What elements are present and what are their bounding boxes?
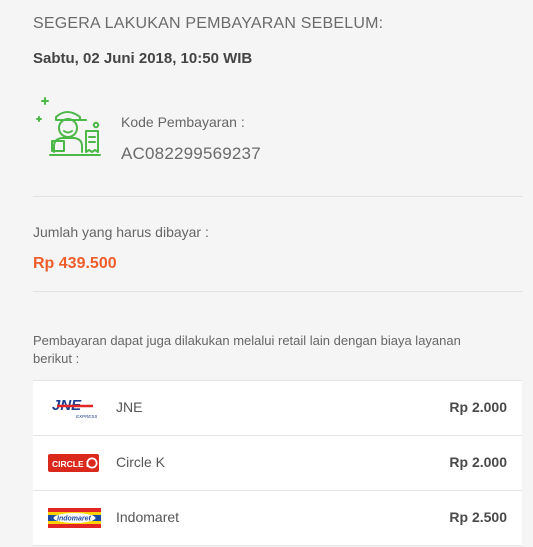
retail-item-jne[interactable]: JNE EXPRESS JNE Rp 2.000: [33, 381, 522, 436]
retail-note: Pembayaran dapat juga dilakukan melalui …: [33, 333, 461, 366]
retail-list: JNE EXPRESS JNE Rp 2.000 CIRCLE K Circle…: [33, 380, 522, 546]
deadline-value: Sabtu, 02 Juni 2018, 10:50 WIB: [33, 50, 253, 67]
svg-text:Indomaret: Indomaret: [57, 516, 92, 523]
svg-text:EXPRESS: EXPRESS: [76, 414, 97, 419]
amount-label: Jumlah yang harus dibayar :: [33, 224, 209, 240]
retail-item-circle-k[interactable]: CIRCLE K Circle K Rp 2.000: [33, 436, 522, 491]
divider: [33, 196, 522, 197]
retail-name: JNE: [116, 399, 143, 415]
indomaret-logo: Indomaret: [48, 508, 101, 528]
jne-logo: JNE EXPRESS: [52, 397, 97, 419]
courier-payment-icon: [36, 97, 101, 156]
retail-fee: Rp 2.000: [449, 454, 507, 470]
retail-fee: Rp 2.500: [449, 509, 507, 525]
divider: [33, 291, 522, 292]
retail-item-indomaret[interactable]: Indomaret Indomaret Rp 2.500: [33, 491, 522, 546]
payment-instructions-panel: SEGERA LAKUKAN PEMBAYARAN SEBELUM: Sabtu…: [0, 0, 533, 547]
circle-k-logo: CIRCLE K: [48, 454, 99, 472]
deadline-label: SEGERA LAKUKAN PEMBAYARAN SEBELUM:: [33, 15, 384, 32]
payment-code-value: AC082299569237: [121, 144, 261, 163]
retail-name: Circle K: [116, 454, 166, 470]
retail-name: Indomaret: [116, 509, 180, 525]
payment-code-label: Kode Pembayaran :: [121, 114, 245, 130]
retail-fee: Rp 2.000: [449, 399, 507, 415]
amount-value: Rp 439.500: [33, 255, 117, 272]
